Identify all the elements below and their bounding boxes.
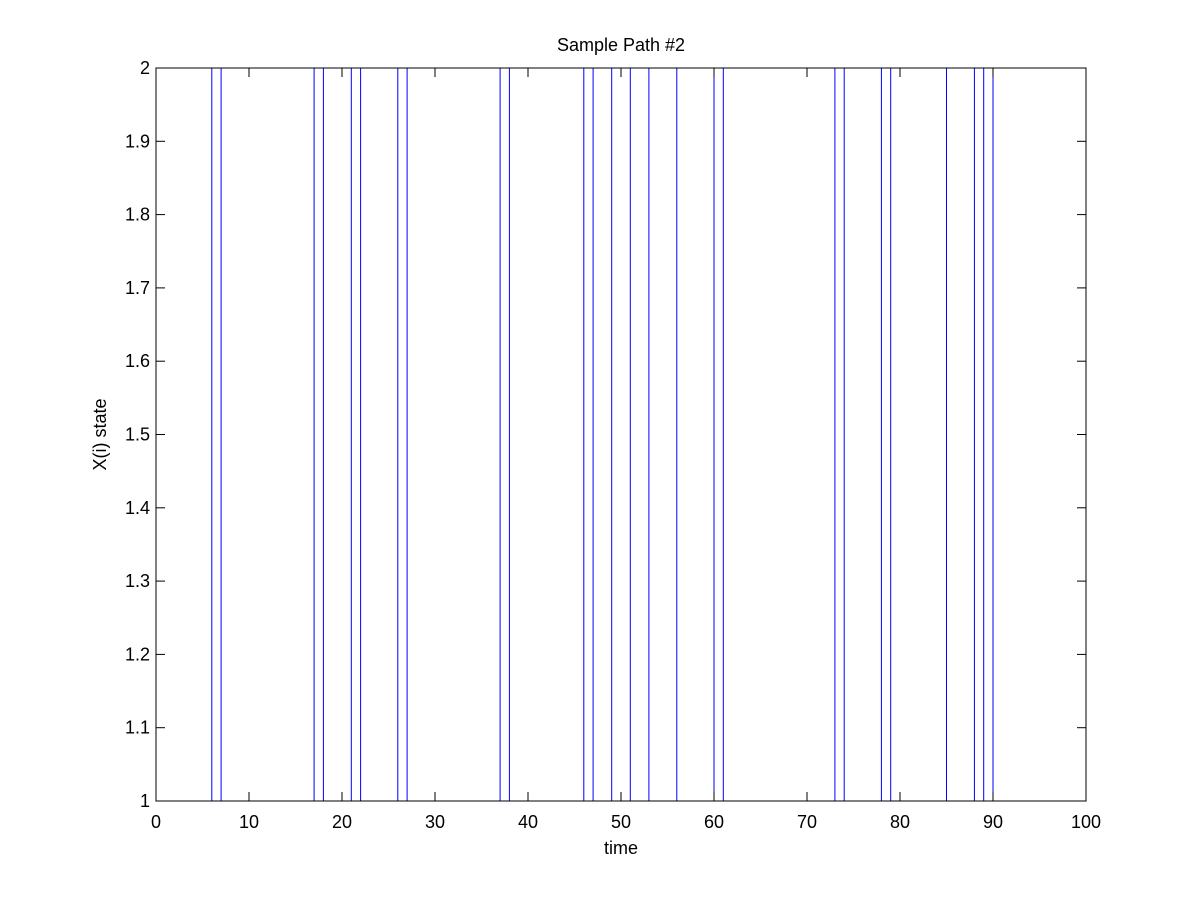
- y-tick-label: 1.9: [125, 131, 150, 151]
- x-tick-label: 60: [704, 812, 724, 832]
- x-tick-label: 70: [797, 812, 817, 832]
- x-axis-label: time: [604, 838, 638, 858]
- x-tick-label: 100: [1071, 812, 1101, 832]
- y-tick-label: 2: [140, 58, 150, 78]
- y-tick-label: 1.4: [125, 498, 150, 518]
- y-tick-label: 1.2: [125, 644, 150, 664]
- y-tick-label: 1.8: [125, 205, 150, 225]
- y-tick-label: 1.3: [125, 571, 150, 591]
- y-tick-label: 1.6: [125, 351, 150, 371]
- y-tick-label: 1.7: [125, 278, 150, 298]
- chart-figure: 0 10 20 30 40 50 60 70 80 90 100 1 1.1 1.2 1.3 1.4 1.5 1.…: [0, 0, 1200, 900]
- x-tick-label: 30: [425, 812, 445, 832]
- y-tick-label: 1: [140, 791, 150, 811]
- x-tick-label: 10: [239, 812, 259, 832]
- x-tick-label: 50: [611, 812, 631, 832]
- x-tick-label: 0: [151, 812, 161, 832]
- chart-title: Sample Path #2: [557, 35, 685, 55]
- x-tick-label: 20: [332, 812, 352, 832]
- x-tick-label: 40: [518, 812, 538, 832]
- y-axis-label: X(i) state: [90, 398, 110, 470]
- y-tick-label: 1.5: [125, 425, 150, 445]
- x-tick-label: 80: [890, 812, 910, 832]
- y-tick-label: 1.1: [125, 718, 150, 738]
- x-tick-label: 90: [983, 812, 1003, 832]
